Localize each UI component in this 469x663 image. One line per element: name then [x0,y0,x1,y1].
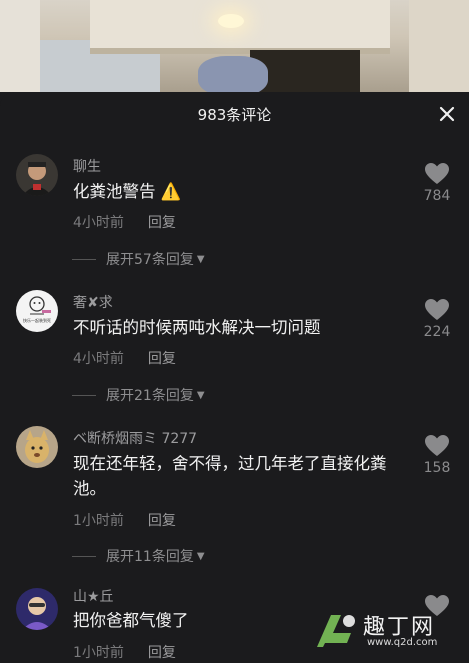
like-button[interactable]: 224 [417,298,457,340]
avatar[interactable] [16,426,58,468]
comment-meta: 4小时前 回复 [73,212,176,232]
comment-time: 1小时前 [73,513,124,529]
like-count: 158 [423,460,451,476]
expand-replies-button[interactable]: 展开11条回复 ▼ [72,546,205,566]
background-lamp [218,14,244,28]
heart-icon [425,299,449,320]
triangle-down-icon: ▼ [196,550,205,562]
comment-text: 不听话的时候两吨水解决一切问题 [73,318,321,337]
comment-sheet: 983条评论 聊生 化粪池警告 ⚠️ 4小时前 回复 784 展开57条回复 ▼… [0,92,469,663]
comment-meta: 1小时前 回复 [73,510,176,530]
close-icon[interactable] [437,104,457,124]
like-count: 784 [423,188,451,204]
like-count: 224 [423,324,451,340]
expand-replies-label: 展开57条回复 [106,252,194,268]
divider [72,394,96,396]
comment-meta: 1小时前 回复 [73,642,176,662]
reply-button[interactable]: 回复 [148,513,176,529]
reply-button[interactable]: 回复 [148,645,176,661]
video-background [0,0,469,92]
divider [72,555,96,557]
comment-text: 现在还年轻，舍不得，过几年老了直接化粪池。 [73,454,387,498]
background-pillar [0,0,40,92]
expand-replies-label: 展开11条回复 [106,549,194,565]
background-pillar [409,0,469,92]
watermark-url: www.q2d.com [367,637,438,648]
comment-username[interactable]: 奢✘求 [73,292,113,312]
comment-username[interactable]: 聊生 [73,156,101,176]
avatar[interactable] [16,154,58,196]
triangle-down-icon: ▼ [196,253,205,265]
divider [72,258,96,260]
background-figure [198,56,268,92]
triangle-down-icon: ▼ [196,389,205,401]
heart-icon [425,435,449,456]
expand-replies-button[interactable]: 展开57条回复 ▼ [72,249,205,269]
comment-header: 983条评论 [0,92,469,138]
comment-username[interactable]: ベ断桥烟雨ミ 7277 [73,428,197,448]
expand-replies-button[interactable]: 展开21条回复 ▼ [72,385,205,405]
comment-meta: 4小时前 回复 [73,348,176,368]
site-watermark: 趣丁网 www.q2d.com [311,605,461,655]
comment-time: 4小时前 [73,351,124,367]
heart-icon [425,163,449,184]
watermark-logo-icon [317,615,355,647]
comment-text: 化粪池警告 ⚠️ [73,182,182,201]
reply-button[interactable]: 回复 [148,215,176,231]
avatar[interactable]: 快乐一起装到死 [16,290,58,332]
avatar-caption: 快乐一起装到死 [23,318,51,323]
comment-count-title: 983条评论 [197,106,272,124]
comment-username[interactable]: 山★丘 [73,586,114,606]
avatar[interactable] [16,588,58,630]
like-button[interactable]: 158 [417,434,457,476]
expand-replies-label: 展开21条回复 [106,388,194,404]
background-ceiling [90,0,390,54]
reply-button[interactable]: 回复 [148,351,176,367]
comment-time: 1小时前 [73,645,124,661]
comment-time: 4小时前 [73,215,124,231]
like-button[interactable]: 784 [417,162,457,204]
